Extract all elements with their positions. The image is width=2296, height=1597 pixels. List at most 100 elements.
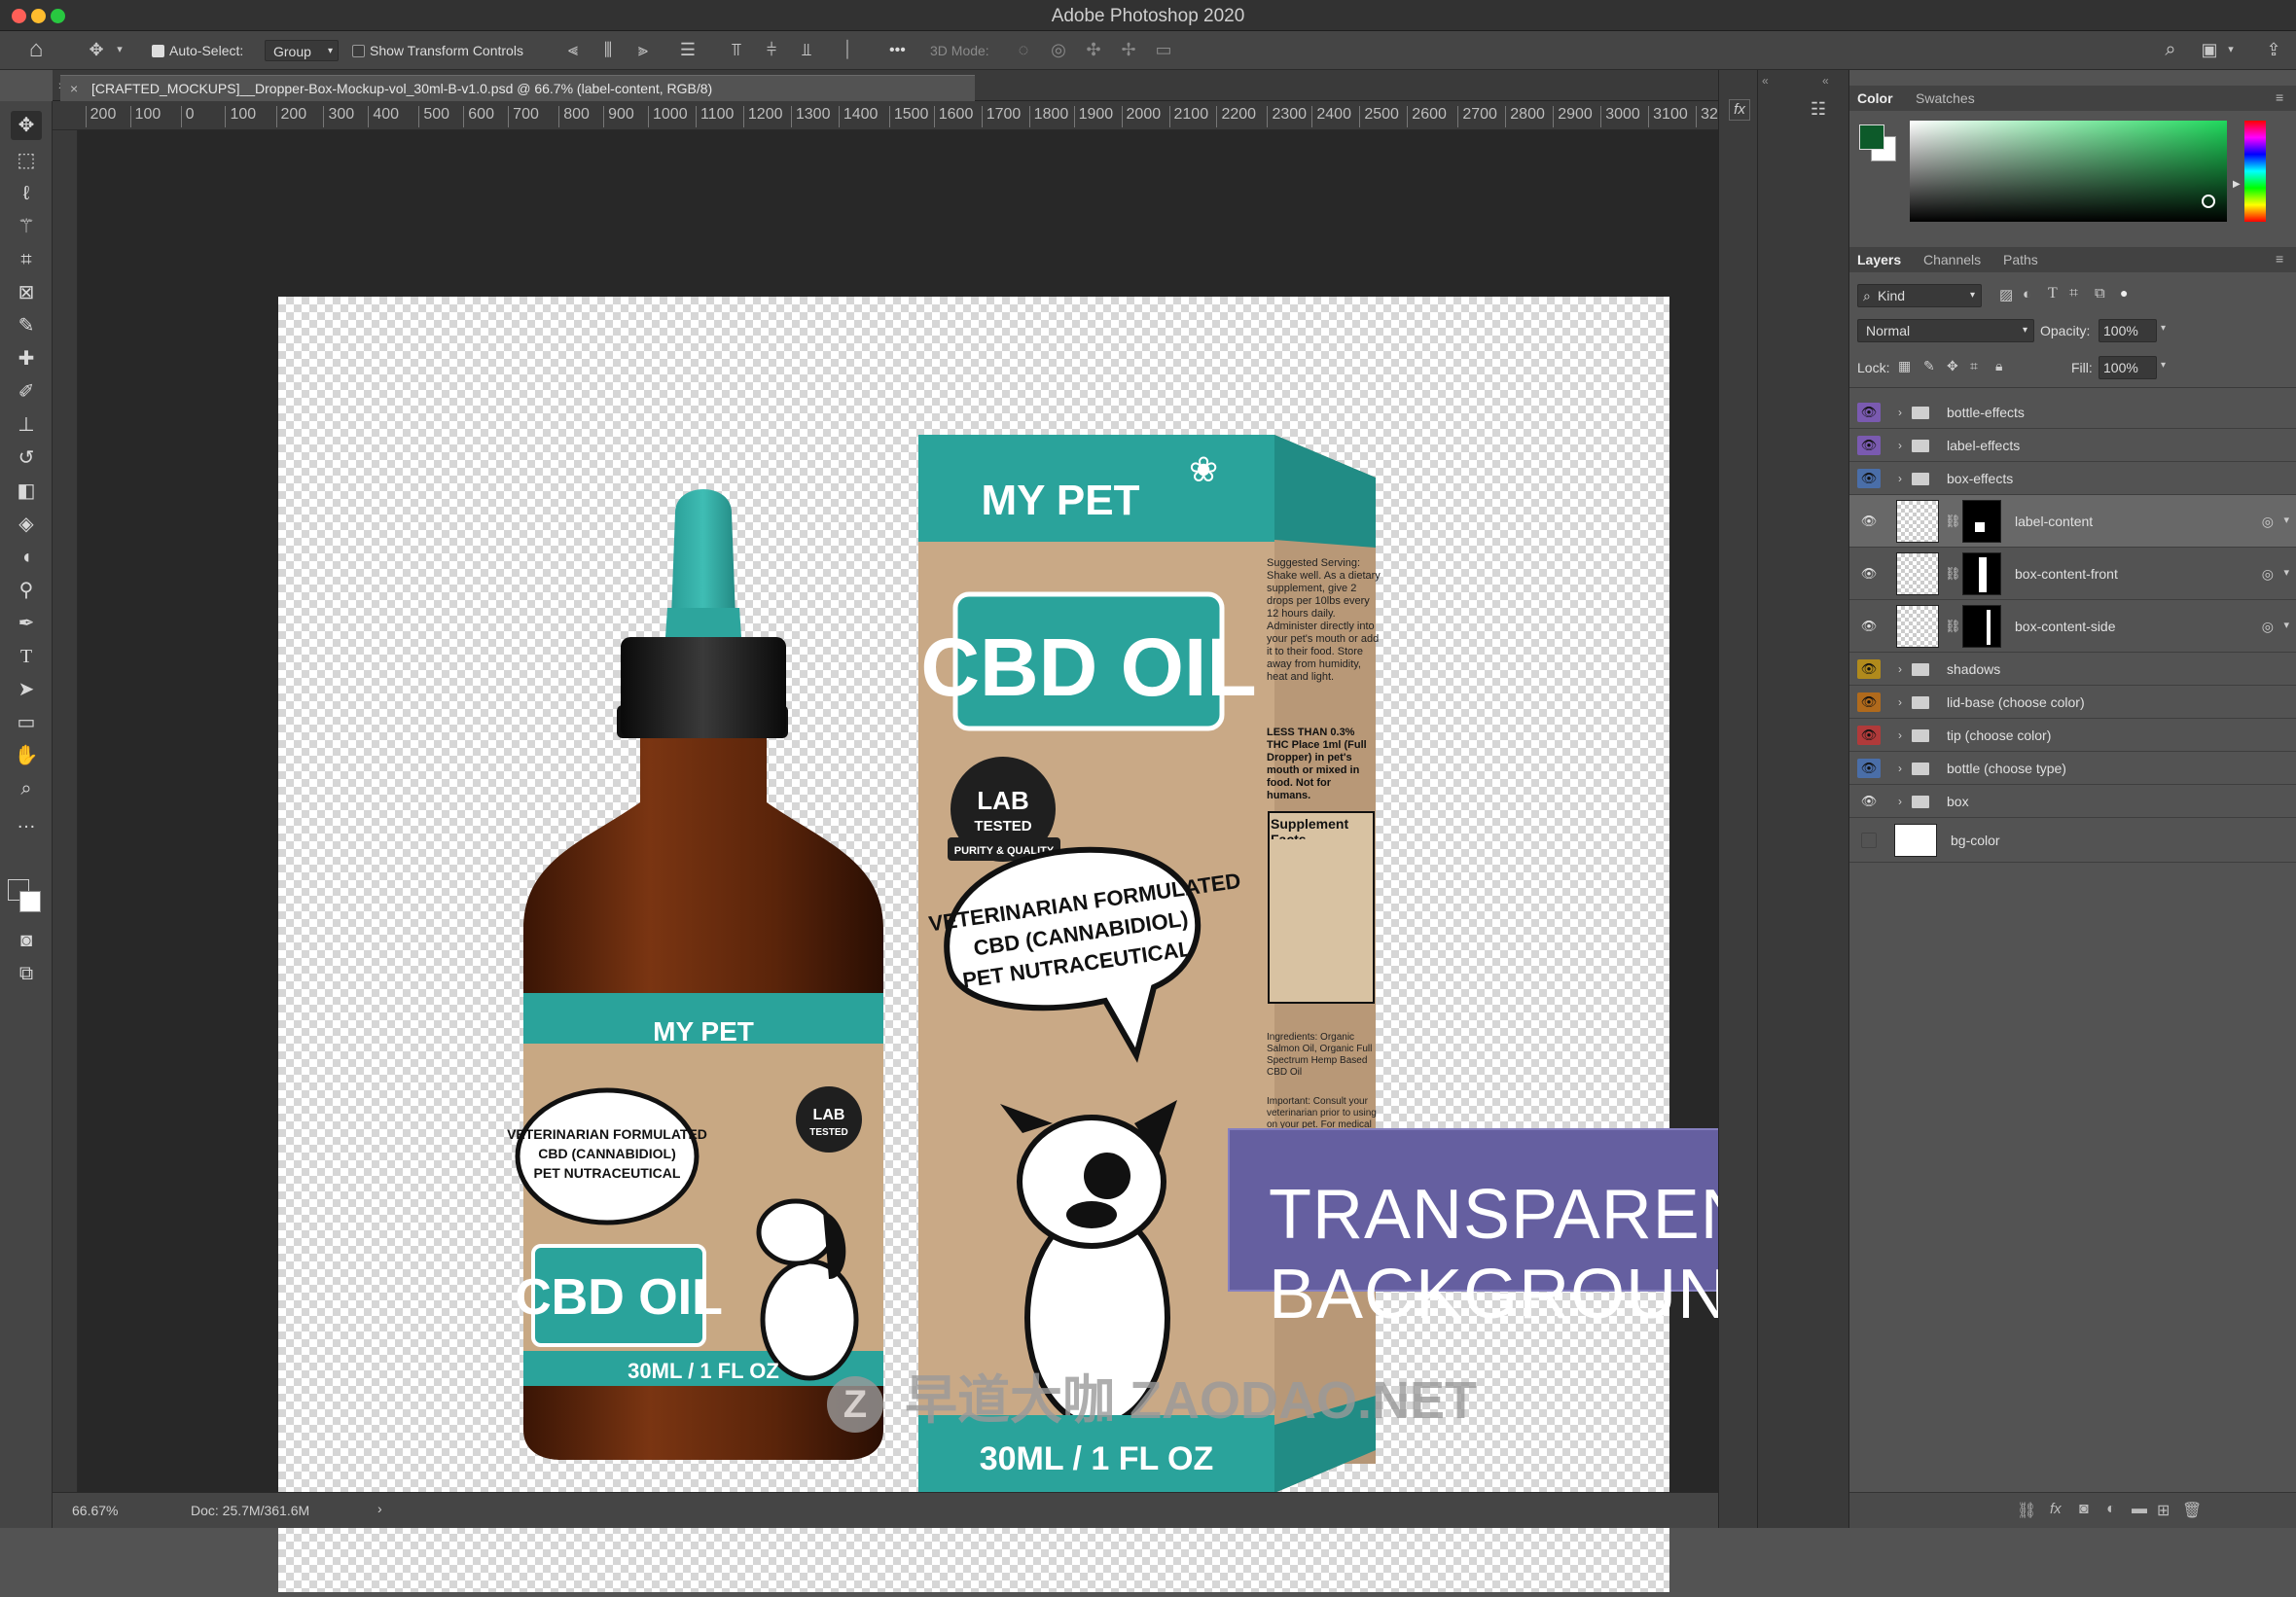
- layer-style-fx-icon[interactable]: fx: [2050, 1501, 2062, 1517]
- layer-row-box-content-front[interactable]: 👁︎ ⛓ ◎ ▾ box-content-front: [1849, 548, 2296, 600]
- tab-channels[interactable]: Channels: [1923, 252, 1981, 267]
- layer-row-lid-base-choose-color-[interactable]: 👁︎ › lid-base (choose color): [1849, 686, 2296, 719]
- paint-bucket-tool-icon[interactable]: ◈: [11, 510, 42, 539]
- layer-row-box-content-side[interactable]: 👁︎ ⛓ ◎ ▾ box-content-side: [1849, 600, 2296, 653]
- layer-row-shadows[interactable]: 👁︎ › shadows: [1849, 653, 2296, 686]
- eye-icon[interactable]: 👁︎: [1857, 512, 1881, 531]
- zoom-tool-icon[interactable]: ⌕: [11, 774, 42, 803]
- new-layer-icon[interactable]: ⊞: [2157, 1501, 2170, 1520]
- tab-swatches[interactable]: Swatches: [1916, 90, 1975, 106]
- document-tab[interactable]: × [CRAFTED_MOCKUPS]__Dropper-Box-Mockup-…: [60, 75, 975, 101]
- eye-icon[interactable]: 👁︎: [1857, 726, 1881, 745]
- expand-arrow-icon[interactable]: ›: [1898, 439, 1902, 452]
- blur-tool-icon[interactable]: ◖: [11, 543, 42, 572]
- opacity-input[interactable]: 100%: [2099, 319, 2157, 342]
- panel-menu-icon[interactable]: ≡: [2276, 251, 2283, 266]
- lock-pixels-icon[interactable]: ✎: [1923, 358, 1935, 374]
- move-tool-icon[interactable]: ✥: [11, 111, 42, 140]
- 3d-camera-icon[interactable]: ▭: [1152, 39, 1175, 60]
- layer-filter-dropdown[interactable]: ⌕ Kind ▾: [1857, 284, 1982, 307]
- add-mask-icon[interactable]: ◙: [2079, 1501, 2089, 1518]
- smart-object-icon[interactable]: ◎: [2262, 514, 2274, 530]
- new-group-icon[interactable]: ▬: [2132, 1501, 2147, 1518]
- collapse-arrows-icon[interactable]: «: [1822, 74, 1829, 88]
- healing-brush-tool-icon[interactable]: ✚: [11, 344, 42, 373]
- eye-icon[interactable]: 👁︎: [1857, 759, 1881, 778]
- layer-thumbnail[interactable]: [1896, 500, 1939, 543]
- quick-mask-icon[interactable]: ◙: [11, 926, 42, 955]
- color-field[interactable]: [1910, 121, 2227, 222]
- lock-transparent-icon[interactable]: ▦: [1898, 358, 1911, 374]
- adjustment-layer-icon[interactable]: ◐: [2106, 1501, 2116, 1518]
- background-color-swatch[interactable]: [19, 891, 41, 912]
- expand-arrow-icon[interactable]: ›: [1898, 762, 1902, 775]
- hue-slider[interactable]: [2244, 121, 2266, 222]
- 3d-orbit-icon[interactable]: ◌: [1012, 39, 1035, 60]
- edit-toolbar-icon[interactable]: …: [11, 807, 42, 836]
- lock-position-icon[interactable]: ✥: [1947, 358, 1958, 374]
- lasso-tool-icon[interactable]: ℓ: [11, 179, 42, 208]
- expand-arrow-icon[interactable]: ›: [1898, 472, 1902, 485]
- eye-icon[interactable]: 👁︎: [1857, 617, 1881, 636]
- chevron-down-icon[interactable]: ▾: [2283, 566, 2289, 579]
- tab-layers[interactable]: Layers: [1857, 252, 1901, 267]
- align-center-icon[interactable]: ⫼: [597, 39, 619, 60]
- screen-mode-icon[interactable]: ⧉: [11, 959, 42, 988]
- layer-row-bg-color[interactable]: bg-color: [1849, 818, 2296, 863]
- brush-tool-icon[interactable]: ✐: [11, 377, 42, 407]
- hand-tool-icon[interactable]: ✋: [11, 741, 42, 770]
- align-right-icon[interactable]: ⫸: [632, 39, 654, 60]
- chevron-right-icon[interactable]: ›: [377, 1501, 382, 1516]
- filter-shape-icon[interactable]: ⌗: [2069, 285, 2078, 302]
- layer-row-bottle-choose-type-[interactable]: 👁︎ › bottle (choose type): [1849, 752, 2296, 785]
- expand-arrow-icon[interactable]: ›: [1898, 406, 1902, 419]
- fx-icon[interactable]: fx: [1729, 99, 1750, 121]
- 3d-roll-icon[interactable]: ◎: [1047, 39, 1070, 60]
- chevron-down-icon[interactable]: ▾: [2161, 323, 2166, 334]
- layer-thumbnail[interactable]: [1896, 552, 1939, 595]
- expand-arrow-icon[interactable]: ›: [1898, 795, 1902, 808]
- mask-link-icon[interactable]: ⛓: [1945, 619, 1961, 634]
- color-foreground-swatch-front[interactable]: [1859, 124, 1884, 150]
- type-tool-icon[interactable]: T: [11, 642, 42, 671]
- smart-object-icon[interactable]: ◎: [2262, 619, 2274, 635]
- layer-mask-thumbnail[interactable]: [1962, 605, 2001, 648]
- auto-select-checkbox[interactable]: Auto-Select:: [152, 40, 243, 61]
- layer-mask-thumbnail[interactable]: [1962, 500, 2001, 543]
- layer-row-box-effects[interactable]: 👁︎ › box-effects: [1849, 462, 2296, 495]
- 3d-pan-icon[interactable]: ✣: [1082, 39, 1105, 60]
- eye-icon[interactable]: 👁︎: [1857, 403, 1881, 422]
- mask-link-icon[interactable]: ⛓: [1945, 566, 1961, 582]
- chevron-down-icon[interactable]: ▾: [2224, 39, 2238, 60]
- visibility-off-icon[interactable]: [1861, 833, 1877, 848]
- clone-stamp-tool-icon[interactable]: ⊥: [11, 410, 42, 440]
- expand-arrow-icon[interactable]: ›: [1898, 662, 1902, 676]
- layer-row-box[interactable]: 👁︎ › box: [1849, 785, 2296, 818]
- filter-adjustment-icon[interactable]: ◐: [2023, 286, 2031, 302]
- eye-icon[interactable]: 👁︎: [1857, 659, 1881, 679]
- auto-select-dropdown[interactable]: Group ▾: [265, 40, 339, 61]
- tab-color[interactable]: Color: [1857, 90, 1893, 106]
- layer-row-label-effects[interactable]: 👁︎ › label-effects: [1849, 429, 2296, 462]
- distribute-icon[interactable]: ☰: [677, 39, 699, 60]
- history-brush-tool-icon[interactable]: ↺: [11, 444, 42, 473]
- frame-tool-icon[interactable]: ⊠: [11, 278, 42, 307]
- pen-tool-icon[interactable]: ✒: [11, 609, 42, 638]
- dodge-tool-icon[interactable]: ⚲: [11, 576, 42, 605]
- 3d-slide-icon[interactable]: ✢: [1117, 39, 1140, 60]
- chevron-down-icon[interactable]: ▾: [2283, 619, 2289, 631]
- crop-tool-icon[interactable]: ⌗: [11, 245, 42, 274]
- layer-thumbnail[interactable]: [1896, 605, 1939, 648]
- panel-menu-icon[interactable]: ≡: [2276, 89, 2283, 105]
- color-picker-marker[interactable]: [2202, 195, 2215, 208]
- lock-all-icon[interactable]: 🔒︎: [1995, 358, 2002, 374]
- path-selection-tool-icon[interactable]: ➤: [11, 675, 42, 704]
- workspace-icon[interactable]: ▣: [2197, 39, 2222, 60]
- eye-icon[interactable]: 👁︎: [1857, 792, 1881, 811]
- filter-smart-object-icon[interactable]: ⧉: [2095, 285, 2105, 302]
- collapse-arrows-icon[interactable]: «: [1762, 74, 1769, 88]
- filter-type-icon[interactable]: T: [2048, 285, 2058, 302]
- eye-icon[interactable]: 👁︎: [1857, 436, 1881, 455]
- share-icon[interactable]: ⇪: [2261, 39, 2286, 60]
- layer-mask-thumbnail[interactable]: [1962, 552, 2001, 595]
